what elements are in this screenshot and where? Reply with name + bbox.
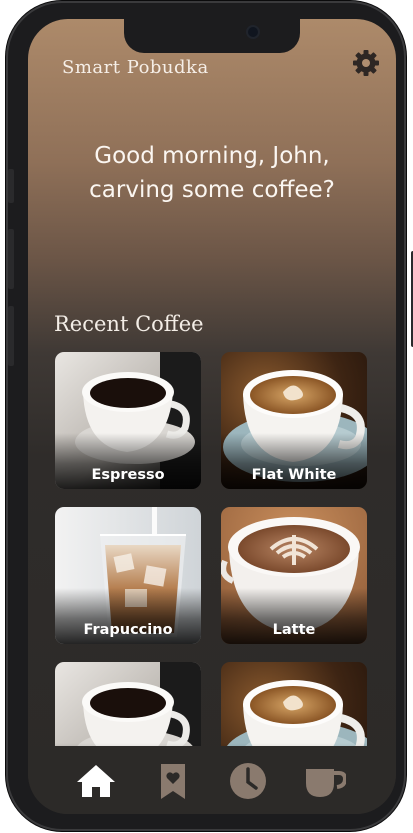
flat-white-cup-image (221, 662, 367, 748)
coffee-card-frapuccino[interactable]: Frapuccino (55, 507, 201, 644)
coffee-card-latte[interactable]: Latte (221, 507, 367, 644)
coffee-card-label: Espresso (91, 467, 165, 483)
coffee-card-espresso-repeat[interactable] (55, 662, 201, 748)
coffee-card-espresso[interactable]: Espresso (55, 352, 201, 489)
greeting-text: Good morning, John, carving some coffee? (28, 139, 396, 207)
recent-coffee-title: Recent Coffee (54, 312, 204, 336)
bookmark-icon (161, 764, 185, 799)
coffee-card-flat-white-repeat[interactable] (221, 662, 367, 748)
nav-saved-button[interactable] (152, 761, 194, 801)
clock-icon (230, 763, 266, 799)
coffee-card-flat-white[interactable]: Flat White (221, 352, 367, 489)
phone-frame: Smart Pobudka Good morning, John, carvin… (6, 1, 413, 831)
volume-up-button (8, 229, 14, 289)
notch (124, 19, 300, 53)
nav-coffee-button[interactable] (304, 761, 348, 801)
espresso-cup-image (55, 662, 201, 748)
home-icon (77, 765, 115, 797)
front-camera (248, 27, 258, 37)
mute-switch (8, 169, 14, 203)
app-screen: Smart Pobudka Good morning, John, carvin… (28, 19, 396, 814)
settings-button[interactable] (351, 48, 381, 78)
greeting-line-1: Good morning, John, (94, 143, 330, 169)
coffee-card-label: Latte (272, 622, 316, 638)
volume-down-button (8, 306, 14, 366)
nav-home-button[interactable] (75, 761, 117, 801)
greeting-line-2: carving some coffee? (89, 177, 335, 203)
coffee-card-label: Flat White (251, 467, 337, 483)
coffee-card-label: Frapuccino (83, 622, 173, 638)
recent-coffee-grid: Espresso Flat White Frapuccino Latte (55, 352, 367, 748)
coffee-cup-icon (306, 769, 348, 797)
nav-history-button[interactable] (227, 761, 269, 801)
bottom-navigation (28, 746, 396, 814)
gear-icon (353, 50, 379, 76)
app-title: Smart Pobudka (62, 57, 209, 78)
